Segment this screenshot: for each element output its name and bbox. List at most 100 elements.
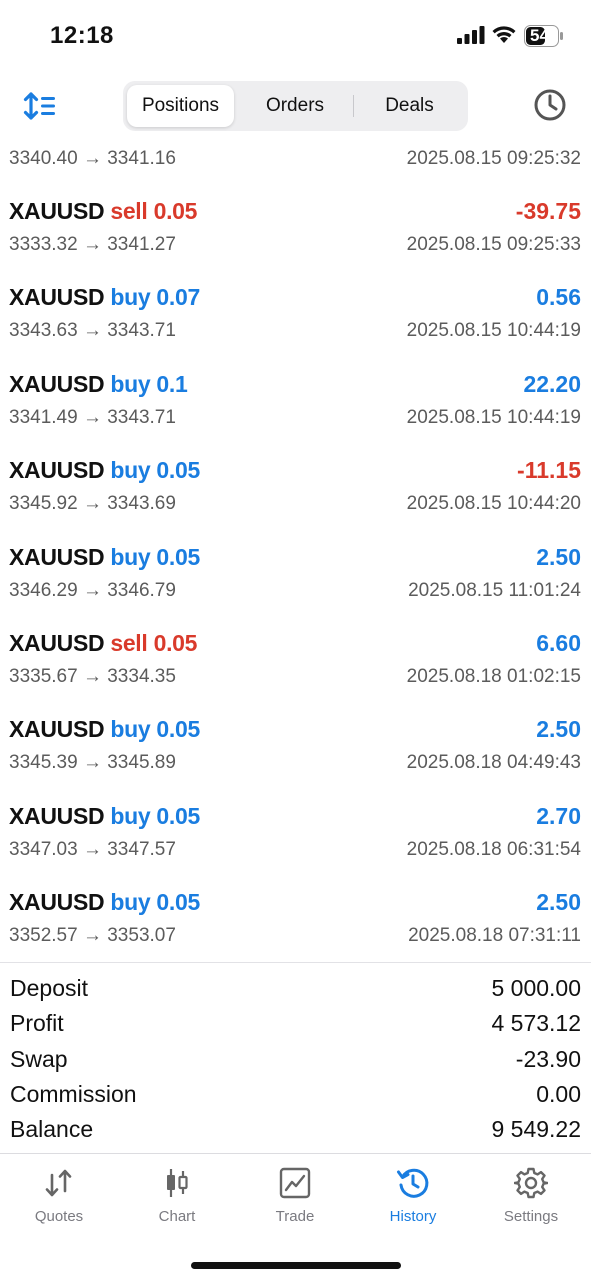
trade-symbol: XAUUSD sell 0.05 — [9, 630, 197, 657]
trade-symbol: XAUUSD buy 0.05 — [9, 889, 200, 916]
tab-trade[interactable]: Trade — [236, 1156, 354, 1236]
trade-direction: sell 0.05 — [110, 630, 198, 656]
price-range: 3346.29 → 3346.79 — [9, 580, 176, 601]
top-toolbar: Positions Orders Deals — [0, 78, 591, 134]
price-range: 3335.67 → 3334.35 — [9, 666, 176, 687]
trade-symbol: XAUUSD buy 0.07 — [9, 284, 200, 311]
divider — [0, 962, 591, 963]
symbol-name: XAUUSD — [9, 371, 105, 397]
trade-date: 2025.08.18 06:31:54 — [406, 839, 581, 860]
trade-profit: -11.15 — [517, 457, 581, 483]
tab-label: Trade — [275, 1208, 315, 1225]
divider — [0, 1153, 591, 1154]
summary-label: Swap — [10, 1046, 68, 1072]
symbol-name: XAUUSD — [9, 716, 105, 742]
trade-symbol: XAUUSD buy 0.1 — [9, 371, 188, 398]
list-item[interactable]: XAUUSD sell 0.05 6.60 3335.67 → 3334.35 2… — [0, 622, 591, 708]
trade-date: 2025.08.15 09:25:33 — [406, 234, 581, 255]
symbol-name: XAUUSD — [9, 544, 105, 570]
summary-row-deposit: Deposit 5 000.00 — [0, 975, 591, 1010]
trade-profit: 2.70 — [536, 803, 581, 829]
trade-direction: buy 0.05 — [110, 457, 200, 483]
symbol-name: XAUUSD — [9, 284, 105, 310]
symbol-name: XAUUSD — [9, 630, 105, 656]
trade-date: 2025.08.15 09:25:32 — [406, 148, 581, 169]
trade-profit: 2.50 — [536, 716, 581, 742]
list-item[interactable]: XAUUSD buy 0.05 2.50 3352.57 → 3353.07 20… — [0, 881, 591, 967]
tab-chart[interactable]: Chart — [118, 1156, 236, 1236]
list-item[interactable]: XAUUSD buy 0.05 2.50 3345.39 → 3345.89 20… — [0, 708, 591, 794]
list-item[interactable]: XAUUSD buy 0.07 0.56 3343.63 → 3343.71 20… — [0, 276, 591, 362]
trade-date: 2025.08.15 10:44:19 — [406, 320, 581, 341]
trade-symbol: XAUUSD buy 0.05 — [9, 716, 200, 743]
clock-icon[interactable] — [532, 87, 568, 123]
wifi-icon — [492, 26, 516, 43]
trade-date: 2025.08.15 11:01:24 — [408, 580, 581, 601]
candlestick-icon — [167, 1169, 188, 1197]
tab-deals[interactable]: Deals — [355, 85, 464, 127]
tab-orders[interactable]: Orders — [238, 85, 352, 127]
symbol-name: XAUUSD — [9, 803, 105, 829]
tab-label: Chart — [158, 1208, 196, 1225]
summary-value: -23.90 — [515, 1046, 581, 1072]
battery-icon: 54 — [524, 25, 564, 52]
trade-symbol: XAUUSD sell 0.05 — [9, 198, 197, 225]
trade-profit: 2.50 — [536, 889, 581, 915]
sort-icon[interactable] — [22, 90, 62, 122]
summary-label: Profit — [10, 1010, 64, 1036]
trade-profit: 0.56 — [536, 284, 581, 310]
price-range: 3347.03 → 3347.57 — [9, 839, 176, 860]
list-item[interactable]: XAUUSD buy 0.05 -11.15 3345.92 → 3343.69 … — [0, 449, 591, 535]
trade-date: 2025.08.15 10:44:19 — [406, 407, 581, 428]
price-range: 3341.49 → 3343.71 — [9, 407, 176, 428]
trade-profit: 22.20 — [523, 371, 581, 397]
tab-settings[interactable]: Settings — [472, 1156, 590, 1236]
trade-symbol: XAUUSD buy 0.05 — [9, 803, 200, 830]
trade-date: 2025.08.18 04:49:43 — [406, 752, 581, 773]
price-range: 3343.63 → 3343.71 — [9, 320, 176, 341]
cellular-signal-icon — [457, 26, 485, 44]
trade-date: 2025.08.18 01:02:15 — [406, 666, 581, 687]
gear-icon — [514, 1167, 548, 1199]
list-item[interactable]: XAUUSD sell 0.05 -39.75 3333.32 → 3341.27… — [0, 190, 591, 276]
status-time: 12:18 — [50, 22, 114, 49]
tab-history[interactable]: History — [354, 1156, 472, 1236]
trade-direction: buy 0.05 — [110, 544, 200, 570]
tab-label: History — [389, 1208, 437, 1225]
summary-label: Commission — [10, 1081, 137, 1107]
tab-quotes[interactable]: Quotes — [0, 1156, 118, 1236]
summary-label: Deposit — [10, 975, 88, 1001]
symbol-name: XAUUSD — [9, 457, 105, 483]
battery-level: 54 — [530, 26, 549, 45]
list-item[interactable]: XAUUSD buy 0.05 2.70 3347.03 → 3347.57 20… — [0, 795, 591, 881]
price-range: 3333.32 → 3341.27 — [9, 234, 176, 255]
trade-direction: buy 0.05 — [110, 889, 200, 915]
symbol-name: XAUUSD — [9, 889, 105, 915]
history-icon — [397, 1168, 429, 1198]
summary-label: Balance — [10, 1116, 94, 1142]
summary-row-swap: Swap -23.90 — [0, 1046, 591, 1081]
summary-row-commission: Commission 0.00 — [0, 1081, 591, 1116]
list-item[interactable]: XAUUSD buy 0.05 2.50 3346.29 → 3346.79 20… — [0, 536, 591, 622]
summary-value: 4 573.12 — [491, 1010, 581, 1036]
tab-label: Settings — [503, 1208, 559, 1225]
list-item[interactable]: 3340.40 → 3341.16 2025.08.15 09:25:32 — [0, 140, 591, 180]
summary-value: 0.00 — [536, 1081, 581, 1107]
trade-direction: buy 0.05 — [110, 716, 200, 742]
list-item[interactable]: XAUUSD buy 0.1 22.20 3341.49 → 3343.71 20… — [0, 363, 591, 449]
trade-profit: 2.50 — [536, 544, 581, 570]
tab-label: Quotes — [34, 1208, 84, 1225]
summary-value: 5 000.00 — [491, 975, 581, 1001]
trade-direction: buy 0.05 — [110, 803, 200, 829]
trade-profit: 6.60 — [536, 630, 581, 656]
quotes-icon — [45, 1169, 72, 1197]
tab-positions[interactable]: Positions — [127, 85, 234, 127]
status-bar: 12:18 54 — [0, 0, 591, 70]
trade-direction: buy 0.07 — [110, 284, 200, 310]
trade-direction: buy 0.1 — [110, 371, 188, 397]
trade-profit: -39.75 — [515, 198, 581, 224]
home-indicator[interactable] — [191, 1262, 401, 1269]
price-range: 3352.57 → 3353.07 — [9, 925, 176, 946]
price-range: 3340.40 → 3341.16 — [9, 148, 176, 169]
price-range: 3345.39 → 3345.89 — [9, 752, 176, 773]
